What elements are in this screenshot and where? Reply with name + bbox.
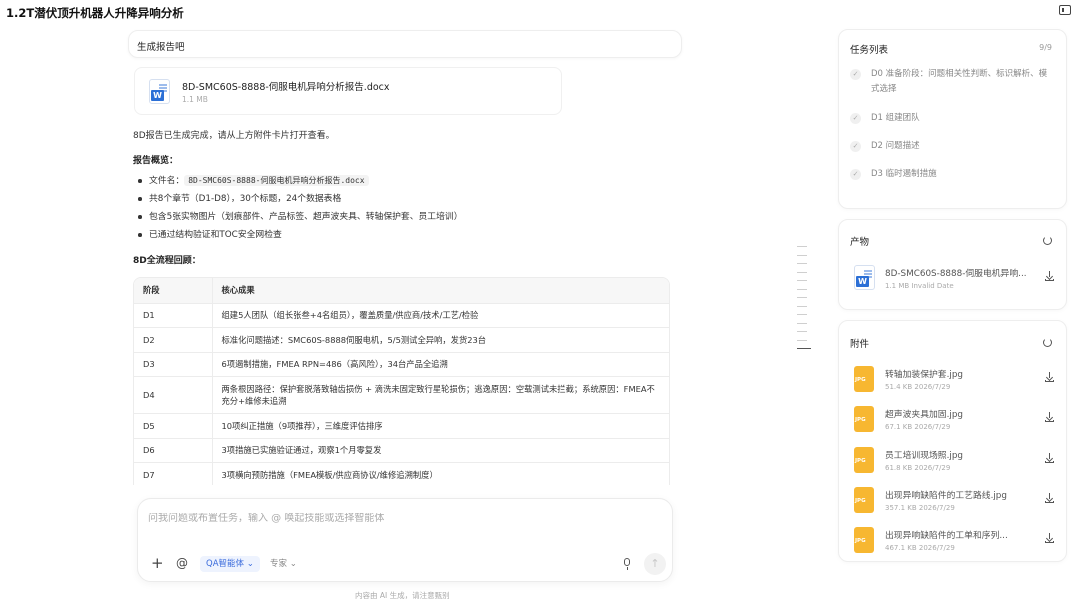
expert-selector[interactable]: 专家 ⌄ [270,556,297,572]
attachment-item[interactable]: JPG 出现异响缺陷件的工艺路线.jpg 357.1 KB 2026/7/29 [850,485,1058,521]
doc-file-size: 1.1 MB [182,95,208,104]
download-icon[interactable] [1045,453,1054,463]
check-icon: ✓ [850,113,861,124]
task-item[interactable]: ✓ D0 准备阶段：问题相关性判断、标识解析、模式选择 [850,67,1050,97]
download-icon[interactable] [1045,412,1054,422]
doc-attachment-card[interactable]: W 8D-SMC60S-8888-伺服电机异响分析报告.docx 1.1 MB [134,67,562,115]
download-icon[interactable] [1045,493,1054,503]
user-message: 生成报告吧 [128,30,682,58]
product-file-meta: 1.1 MB Invalid Date [885,282,954,290]
table-row: D1 组建5人团队（组长张叁+4名组员），覆盖质量/供应商/技术/工艺/检验 [134,302,669,328]
product-item[interactable]: W 8D-SMC60S-8888-伺服电机异响... 1.1 MB Invali… [850,263,1058,299]
list-item: 包含5张实物图片（划痕部件、产品标签、超声波夹具、转轴保护套、员工培训） [137,211,463,229]
check-icon: ✓ [850,69,861,80]
check-icon: ✓ [850,141,861,152]
ai-disclaimer: 内容由 AI 生成，请注意甄别 [355,591,450,600]
refresh-icon[interactable] [1043,338,1052,347]
review-title: 8D全流程回顾： [133,256,201,266]
attachment-item[interactable]: JPG 出现异响缺陷件的工单和序列... 467.1 KB 2026/7/29 [850,525,1058,561]
chat-input[interactable] [148,513,648,524]
agent-selector[interactable]: QA智能体 ⌄ [200,556,260,572]
table-row: D5 10项纠正措施（9项推荐），三维度评估排序 [134,413,669,438]
at-icon[interactable]: @ [176,556,188,570]
download-icon[interactable] [1045,533,1054,543]
attachment-item[interactable]: JPG 员工培训现场照.jpg 61.8 KB 2026/7/29 [850,445,1058,481]
table-header-row: 阶段 核心成果 [134,278,669,303]
table-row: D2 标准化问题描述：SMC60S-8888伺服电机，5/5测试全异响，发货23台 [134,327,669,352]
doc-file-name: 8D-SMC60S-8888-伺服电机异响分析报告.docx [182,82,390,93]
user-message-text: 生成报告吧 [137,42,185,53]
product-file-name: 8D-SMC60S-8888-伺服电机异响... [885,269,1027,279]
file-name-code: 8D-SMC60S-8888-伺服电机异响分析报告.docx [184,175,369,186]
task-count: 9/9 [1039,43,1052,52]
download-icon[interactable] [1045,372,1054,382]
image-file-icon: JPG [854,527,874,553]
table-row: D7 3项横向预防措施（FMEA模板/供应商协议/维修追溯制度） [134,462,669,485]
attachment-item[interactable]: JPG 超声波夹具加固.jpg 67.1 KB 2026/7/29 [850,404,1058,440]
list-item: 已通过结构验证和TOC安全网检查 [137,229,463,247]
task-item[interactable]: ✓ D3 临时遏制措施 [850,167,1050,182]
table-row: D4 两条根因路径：保护套脱落致轴齿损伤 + 滴洗未固定致行星轮损伤；逃逸原因：空… [134,376,669,414]
task-item[interactable]: ✓ D1 组建团队 [850,111,1050,126]
overview-list: 文件名： 8D-SMC60S-8888-伺服电机异响分析报告.docx 共8个章节… [137,175,463,247]
image-file-icon: JPG [854,366,874,392]
check-icon: ✓ [850,169,861,180]
download-icon[interactable] [1045,271,1054,281]
microphone-icon[interactable] [622,556,631,572]
send-button[interactable]: ↑ [644,553,666,575]
column-header: 阶段 [134,278,213,303]
list-item: 文件名： 8D-SMC60S-8888-伺服电机异响分析报告.docx [137,175,463,193]
image-file-icon: JPG [854,406,874,432]
list-item: 共8个章节（D1-D8），30个标题，24个数据表格 [137,193,463,211]
column-header: 核心成果 [212,278,669,303]
attachment-panel-title: 附件 [850,339,870,350]
word-file-icon: W [854,265,875,290]
refresh-icon[interactable] [1043,236,1052,245]
word-file-icon: W [149,79,170,104]
image-file-icon: JPG [854,447,874,473]
overview-title: 报告概览： [133,156,179,166]
response-intro: 8D报告已生成完成，请从上方附件卡片打开查看。 [133,131,335,141]
task-panel: 任务列表 9/9 ✓ D0 准备阶段：问题相关性判断、标识解析、模式选择 ✓ D1 … [838,29,1067,209]
scroll-navigator[interactable] [797,246,811,357]
table-row: D6 3项措施已实施验证通过，观察1个月零复发 [134,437,669,463]
chat-input-box: + @ QA智能体 ⌄ 专家 ⌄ ↑ [137,498,673,582]
image-file-icon: JPG [854,487,874,513]
product-panel-title: 产物 [850,237,870,248]
task-panel-title: 任务列表 [850,45,889,56]
task-item[interactable]: ✓ D2 问题描述 [850,139,1050,154]
table-row: D3 6项遏制措施，FMEA RPN=486（高风险），34台产品全追溯 [134,351,669,377]
plus-icon[interactable]: + [151,556,164,571]
page-title: 1.2T潜伏顶升机器人升降异响分析 [6,6,184,20]
sidebar-toggle-icon[interactable] [1059,5,1071,15]
product-panel: 产物 W 8D-SMC60S-8888-伺服电机异响... 1.1 MB Inv… [838,219,1067,310]
attachment-item[interactable]: JPG 转轴加装保护套.jpg 51.4 KB 2026/7/29 [850,364,1058,400]
attachment-panel: 附件 JPG 转轴加装保护套.jpg 51.4 KB 2026/7/29 JPG… [838,320,1067,562]
review-table: 阶段 核心成果 D1 组建5人团队（组长张叁+4名组员），覆盖质量/供应商/技术/… [133,277,670,485]
